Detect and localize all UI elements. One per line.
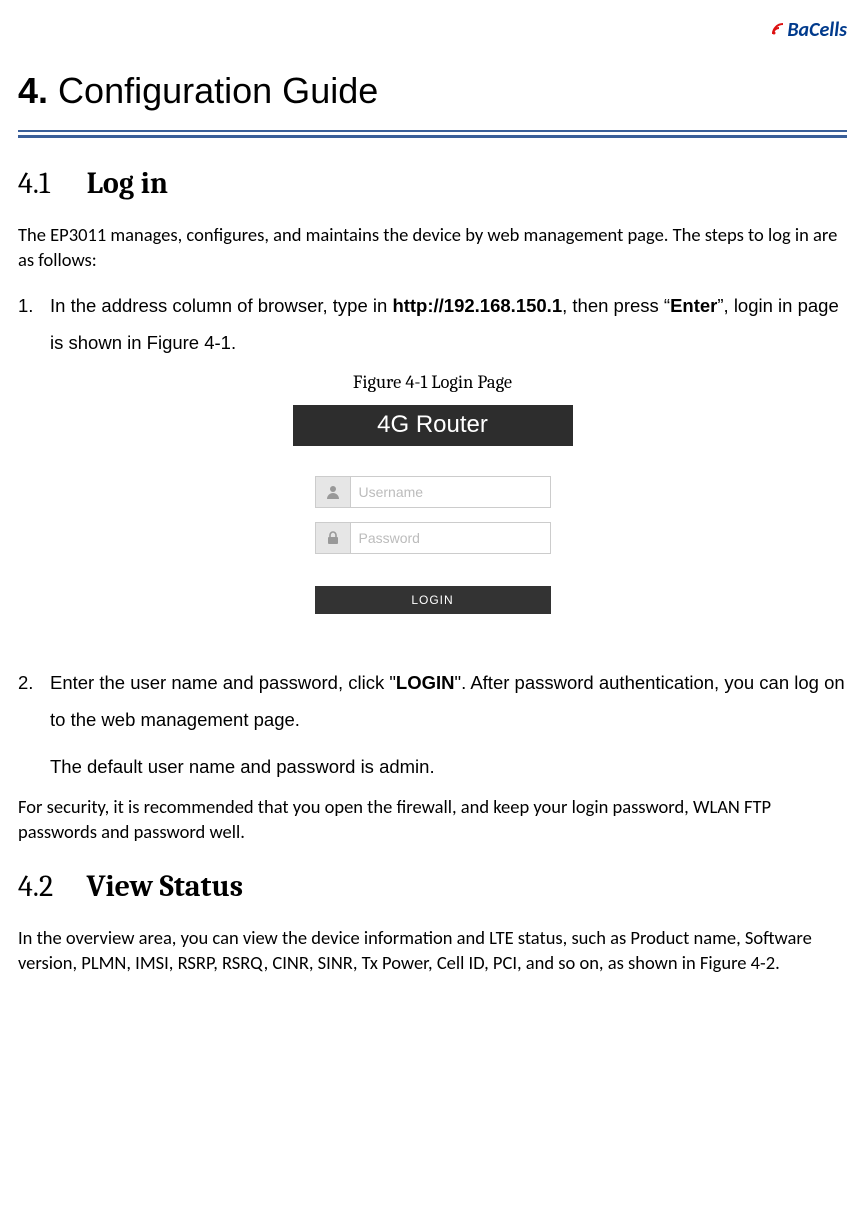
login-label-bold: LOGIN	[396, 672, 455, 693]
section-title: View Status	[87, 869, 243, 904]
step-1-text-a: In the address column of browser, type i…	[50, 295, 392, 316]
security-note: For security, it is recommended that you…	[18, 795, 847, 845]
login-panel-title: 4G Router	[293, 405, 573, 446]
section-heading-4-2: 4.2 View Status	[18, 869, 847, 904]
login-page-figure: 4G Router LOGIN	[18, 405, 847, 624]
lock-icon	[315, 522, 350, 554]
step-2-default-creds: The default user name and password is ad…	[18, 748, 847, 785]
password-input[interactable]	[350, 522, 551, 554]
enter-key: Enter	[670, 295, 717, 316]
title-underline	[18, 130, 847, 138]
username-row	[315, 476, 551, 508]
wifi-icon	[770, 18, 786, 42]
login-button[interactable]: LOGIN	[315, 586, 551, 614]
section-title: Log in	[87, 166, 168, 201]
step-2-text-a: Enter the user name and password, click …	[50, 672, 396, 693]
chapter-title: Configuration Guide	[58, 70, 378, 111]
chapter-number: 4.	[18, 70, 48, 111]
brand-logo: BaCells	[770, 18, 847, 42]
intro-paragraph: The EP3011 manages, configures, and main…	[18, 223, 847, 273]
section-heading-4-1: 4.1 Log in	[18, 166, 847, 201]
username-input[interactable]	[350, 476, 551, 508]
page-title: 4. Configuration Guide	[18, 70, 847, 112]
section-number: 4.1	[18, 166, 80, 201]
step-1: 1.In the address column of browser, type…	[18, 287, 847, 361]
step-1-text-b: , then press “	[562, 295, 670, 316]
user-icon	[315, 476, 350, 508]
logo-text-ba: Ba	[787, 18, 809, 42]
step-number: 1.	[18, 287, 50, 324]
login-panel: 4G Router LOGIN	[293, 405, 573, 624]
step-2: 2.Enter the user name and password, clic…	[18, 664, 847, 738]
section-number: 4.2	[18, 869, 80, 904]
figure-caption: Figure 4-1 Login Page	[18, 371, 847, 393]
step-number: 2.	[18, 664, 50, 701]
password-row	[315, 522, 551, 554]
login-url: http://192.168.150.1	[392, 295, 562, 316]
logo-text-cells: Cells	[809, 18, 847, 42]
view-status-body: In the overview area, you can view the d…	[18, 926, 847, 976]
